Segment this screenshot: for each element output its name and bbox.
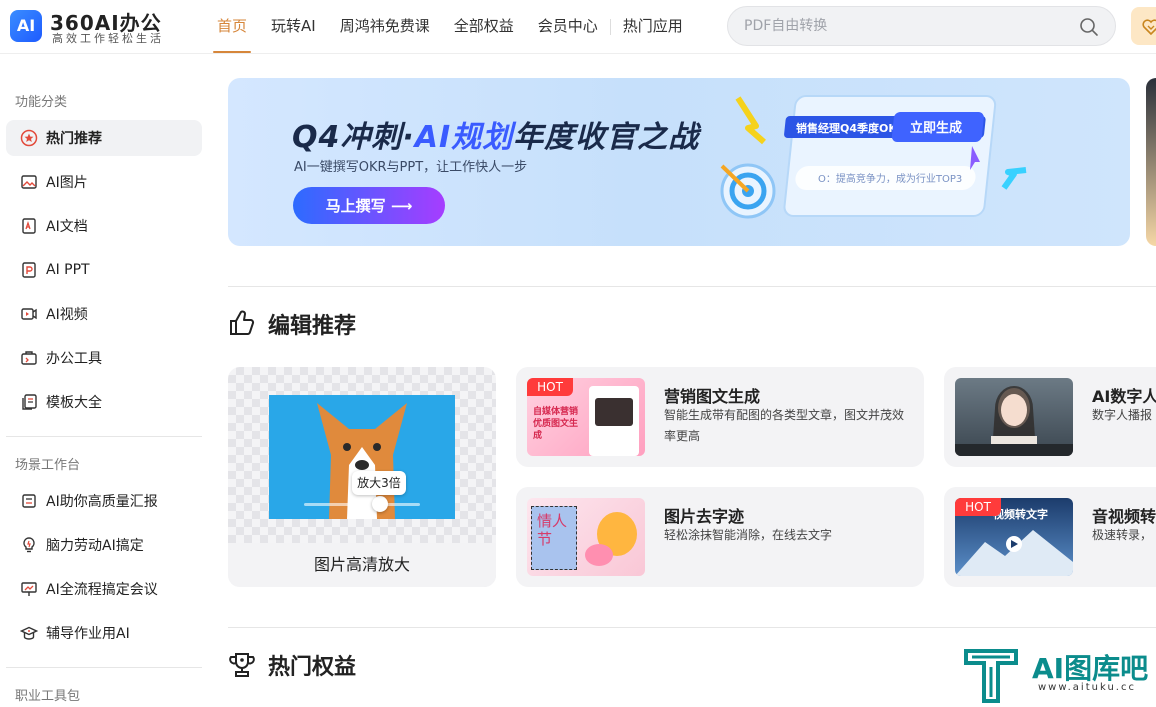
site-watermark: AI图库吧 www.aituku.cc	[962, 645, 1156, 707]
search-icon[interactable]	[1079, 17, 1099, 37]
search-bar	[727, 6, 1116, 46]
ppt-icon	[19, 260, 39, 280]
upscale-preview-image	[269, 395, 455, 519]
watermark-text: AI图库吧	[1032, 652, 1149, 685]
promo-banner[interactable]: Q4冲刺·AI规划年度收官之战 AI一键撰写OKR与PPT，让工作快人一步 马上…	[228, 78, 1130, 246]
nav-member-center[interactable]: 会员中心	[526, 0, 610, 54]
banner-art-tag: 销售经理Q4季度OKR	[796, 121, 906, 135]
card-description: 轻松涂抹智能消除，在线去文字	[664, 528, 833, 542]
sidebar-item-ai-image[interactable]: AI图片	[6, 164, 202, 200]
report-icon	[19, 491, 39, 511]
nav-home[interactable]: 首页	[205, 0, 259, 54]
card-text-removal[interactable]: 情人节 图片去字迹 轻松涂抹智能消除，在线去文字	[516, 487, 924, 587]
banner-next-slide[interactable]	[1146, 78, 1156, 246]
sidebar-item-hot[interactable]: 热门推荐	[6, 120, 202, 156]
banner-title: Q4冲刺·AI规划年度收官之战	[292, 120, 700, 155]
image-icon	[19, 172, 39, 192]
sidebar-item-label: 模板大全	[46, 395, 102, 411]
nav-all-benefits[interactable]: 全部权益	[442, 0, 526, 54]
sidebar-item-label: 办公工具	[46, 351, 102, 367]
sidebar-item-brain-work[interactable]: 脑力劳动AI搞定	[6, 527, 202, 563]
sidebar-item-homework[interactable]: 辅导作业用AI	[6, 615, 202, 651]
vip-heart-icon	[1142, 19, 1156, 36]
hot-badge: HOT	[527, 378, 573, 396]
sidebar-group-scenes: 场景工作台	[15, 458, 81, 473]
digital-human-thumbnail	[955, 378, 1073, 456]
sidebar-item-label: AI图片	[46, 175, 88, 191]
nav-hot-apps[interactable]: 热门应用	[611, 0, 695, 54]
section-title-benefits: 热门权益	[268, 655, 357, 680]
sidebar-group-functions: 功能分类	[15, 95, 68, 110]
lightbulb-icon	[19, 535, 39, 555]
thumbs-up-icon	[230, 310, 255, 335]
trophy-icon	[229, 653, 255, 677]
sidebar-item-label: 辅导作业用AI	[46, 626, 130, 642]
sidebar-divider	[6, 667, 202, 668]
main-nav: 首页 玩转AI 周鸿祎免费课 全部权益 会员中心 热门应用	[205, 0, 695, 54]
sidebar-divider	[6, 436, 202, 437]
card-title: 音视频转	[1092, 507, 1156, 526]
sidebar-group-career: 职业工具包	[15, 689, 81, 704]
card-title: 图片去字迹	[664, 507, 745, 526]
banner-write-button[interactable]: 马上撰写 ⟶	[293, 187, 445, 224]
nav-play-ai[interactable]: 玩转AI	[259, 0, 328, 54]
sidebar-item-meeting[interactable]: AI全流程搞定会议	[6, 571, 202, 607]
section-title-editor: 编辑推荐	[268, 314, 357, 339]
zoom-level-badge: 放大3倍	[352, 471, 406, 495]
card-marketing-article[interactable]: HOT 自媒体营销优质图文生成 营销图文生成 智能生成带有配图的各类型文章，图文…	[516, 367, 924, 467]
logo-slogan: 高效工作轻松生活	[52, 32, 164, 45]
top-header: AI 360AI办公 高效工作轻松生活 首页 玩转AI 周鸿祎免费课 全部权益 …	[0, 0, 1156, 54]
sidebar-item-label: AI视频	[46, 307, 88, 323]
nav-free-course[interactable]: 周鸿祎免费课	[328, 0, 442, 54]
card-digital-human[interactable]: AI数字人 数字人播报	[944, 367, 1156, 467]
card-image-upscale[interactable]: 放大3倍 图片高清放大	[228, 367, 496, 587]
section-divider	[228, 627, 1156, 628]
sidebar-item-label: AI PPT	[46, 262, 90, 278]
sidebar-item-ai-video[interactable]: AI视频	[6, 296, 202, 332]
card-audio-video-transcribe[interactable]: HOT 视频转文字 音视频转 极速转录，	[944, 487, 1156, 587]
hot-badge: HOT	[955, 498, 1001, 516]
sidebar-item-label: AI助你高质量汇报	[46, 494, 158, 510]
card-description: 数字人播报	[1092, 408, 1153, 422]
text-removal-thumbnail: 情人节	[527, 498, 645, 576]
sidebar-item-report[interactable]: AI助你高质量汇报	[6, 483, 202, 519]
card-description: 极速转录，	[1092, 528, 1153, 542]
zoom-slider-handle[interactable]	[372, 496, 388, 512]
card-title: 营销图文生成	[664, 387, 761, 406]
graduation-cap-icon	[19, 623, 39, 643]
document-icon	[19, 216, 39, 236]
zoom-slider-track[interactable]	[304, 503, 420, 506]
sidebar-item-office-tools[interactable]: 办公工具	[6, 340, 202, 376]
watermark-logo-icon	[964, 649, 1018, 703]
sidebar-item-label: 热门推荐	[46, 131, 102, 147]
logo-badge[interactable]: AI	[10, 10, 42, 42]
section-divider	[228, 286, 1156, 287]
banner-art-line: O：提高竞争力，成为行业TOP3	[818, 172, 962, 185]
card-description: 智能生成带有配图的各类型文章，图文并茂效率更高	[664, 408, 905, 443]
template-icon	[19, 392, 39, 412]
vip-button[interactable]	[1131, 7, 1156, 45]
sidebar-item-ai-ppt[interactable]: AI PPT	[6, 252, 202, 288]
banner-art-button: 立即生成	[910, 120, 962, 136]
watermark-url: www.aituku.cc	[1038, 682, 1136, 693]
sidebar-item-ai-doc[interactable]: AI文档	[6, 208, 202, 244]
sidebar-item-label: AI文档	[46, 219, 88, 235]
toolbox-icon	[19, 348, 39, 368]
left-sidebar: 功能分类 热门推荐 AI图片 AI文档 AI PPT AI视频 办公工具 模板大…	[0, 55, 212, 707]
card-title: 图片高清放大	[228, 543, 496, 587]
sidebar-item-label: AI全流程搞定会议	[46, 582, 158, 598]
search-input[interactable]	[744, 16, 1064, 36]
sidebar-item-templates[interactable]: 模板大全	[6, 384, 202, 420]
video-icon	[19, 304, 39, 324]
banner-subtitle: AI一键撰写OKR与PPT，让工作快人一步	[294, 160, 528, 175]
star-badge-icon	[19, 128, 39, 148]
banner-illustration: 销售经理Q4季度OKR 立即生成 O：提高竞争力，成为行业TOP3	[720, 95, 1027, 219]
card-title: AI数字人	[1092, 387, 1156, 406]
presentation-icon	[19, 579, 39, 599]
sidebar-item-label: 脑力劳动AI搞定	[46, 538, 144, 554]
